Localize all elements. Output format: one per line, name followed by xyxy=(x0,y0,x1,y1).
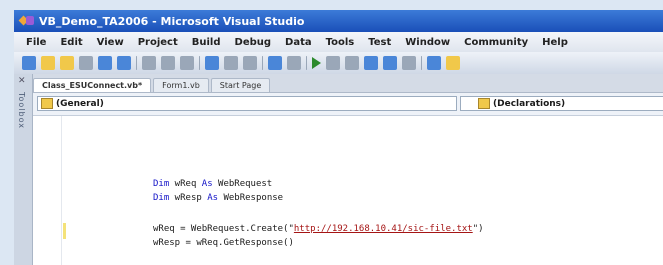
comment-icon[interactable] xyxy=(224,56,238,70)
tab-form1[interactable]: Form1.vb xyxy=(153,78,209,92)
step-into-icon[interactable] xyxy=(364,56,378,70)
change-indicator xyxy=(63,223,66,239)
menu-window[interactable]: Window xyxy=(405,37,450,48)
save-all-icon[interactable] xyxy=(117,56,131,70)
class-icon xyxy=(41,98,53,109)
menu-file[interactable]: File xyxy=(26,37,46,48)
code-line: wResp = wReq.GetResponse() xyxy=(153,238,294,248)
menu-project[interactable]: Project xyxy=(138,37,178,48)
toolbox-strip[interactable]: ✕ Toolbox xyxy=(14,74,33,265)
type-name: WebRequest xyxy=(212,179,273,189)
start-debugging-icon[interactable] xyxy=(312,57,321,69)
variable-name: wReq xyxy=(169,179,202,189)
code-line: Dim wReq As WebRequest xyxy=(153,179,272,189)
toolbar-separator xyxy=(421,56,422,70)
copy-icon[interactable] xyxy=(161,56,175,70)
menu-help[interactable]: Help xyxy=(542,37,568,48)
menu-bar: File Edit View Project Build Debug Data … xyxy=(14,32,663,52)
open-file-icon[interactable] xyxy=(60,56,74,70)
code-text: ") xyxy=(472,224,484,234)
redo-icon[interactable] xyxy=(287,56,301,70)
add-item-icon[interactable] xyxy=(41,56,55,70)
menu-data[interactable]: Data xyxy=(285,37,312,48)
window-title: VB_Demo_TA2006 - Microsoft Visual Studio xyxy=(39,14,305,28)
keyword-as: As xyxy=(207,193,219,203)
menu-view[interactable]: View xyxy=(97,37,124,48)
close-icon[interactable]: ✕ xyxy=(18,76,26,86)
navigation-bar: (General) ▼ (Declarations) xyxy=(33,93,663,116)
toolbar-separator xyxy=(136,56,137,70)
toolbar-separator xyxy=(306,56,307,70)
type-name: WebResponse xyxy=(218,193,284,203)
save-icon[interactable] xyxy=(98,56,112,70)
toolbar-separator xyxy=(262,56,263,70)
keyword-dim: Dim xyxy=(153,193,170,203)
solution-explorer-icon[interactable] xyxy=(427,56,441,70)
uncomment-icon[interactable] xyxy=(243,56,257,70)
toolbar-separator xyxy=(199,56,200,70)
keyword-as: As xyxy=(201,179,213,189)
properties-icon[interactable] xyxy=(446,56,460,70)
new-project-icon[interactable] xyxy=(22,56,36,70)
toolbox-label[interactable]: Toolbox xyxy=(17,92,26,129)
class-name-value: (General) xyxy=(56,98,104,109)
class-name-dropdown[interactable]: (General) xyxy=(37,96,457,111)
menu-community[interactable]: Community xyxy=(464,37,528,48)
standard-toolbar xyxy=(14,52,663,74)
menu-test[interactable]: Test xyxy=(368,37,391,48)
keyword-dim: Dim xyxy=(153,179,170,189)
url-link[interactable]: http://192.168.10.41/sic-file.txt xyxy=(294,224,473,234)
menu-debug[interactable]: Debug xyxy=(235,37,272,48)
code-line: wReq = WebRequest.Create("http://192.168… xyxy=(153,224,484,234)
paste-icon[interactable] xyxy=(180,56,194,70)
find-icon[interactable] xyxy=(205,56,219,70)
tab-class-esuconnect[interactable]: Class_ESUConnect.vb* xyxy=(33,78,152,92)
tab-start-page[interactable]: Start Page xyxy=(210,78,271,92)
code-text: wReq = WebRequest.Create(" xyxy=(153,224,294,234)
method-name-dropdown[interactable]: (Declarations) xyxy=(460,96,663,111)
step-out-icon[interactable] xyxy=(402,56,416,70)
title-bar: VB_Demo_TA2006 - Microsoft Visual Studio xyxy=(14,10,663,32)
code-editor[interactable]: (General) ▼ (Declarations) Dim wReq As W… xyxy=(33,92,663,265)
undo-icon[interactable] xyxy=(268,56,282,70)
method-icon xyxy=(478,98,490,109)
variable-name: wResp xyxy=(169,193,208,203)
visual-studio-icon xyxy=(20,15,34,27)
cut-icon[interactable] xyxy=(142,56,156,70)
pause-icon[interactable] xyxy=(326,56,340,70)
editor-margin xyxy=(33,116,62,265)
add-new-item-icon[interactable] xyxy=(79,56,93,70)
visual-studio-window: VB_Demo_TA2006 - Microsoft Visual Studio… xyxy=(14,10,663,265)
step-over-icon[interactable] xyxy=(383,56,397,70)
code-line: Dim wResp As WebResponse xyxy=(153,193,283,203)
stop-icon[interactable] xyxy=(345,56,359,70)
method-name-value: (Declarations) xyxy=(493,98,566,109)
menu-build[interactable]: Build xyxy=(192,37,221,48)
menu-edit[interactable]: Edit xyxy=(60,37,82,48)
document-tabs: Class_ESUConnect.vb* Form1.vb Start Page xyxy=(33,76,271,92)
code-text: wResp = wReq.GetResponse() xyxy=(153,238,294,248)
menu-tools[interactable]: Tools xyxy=(326,37,355,48)
